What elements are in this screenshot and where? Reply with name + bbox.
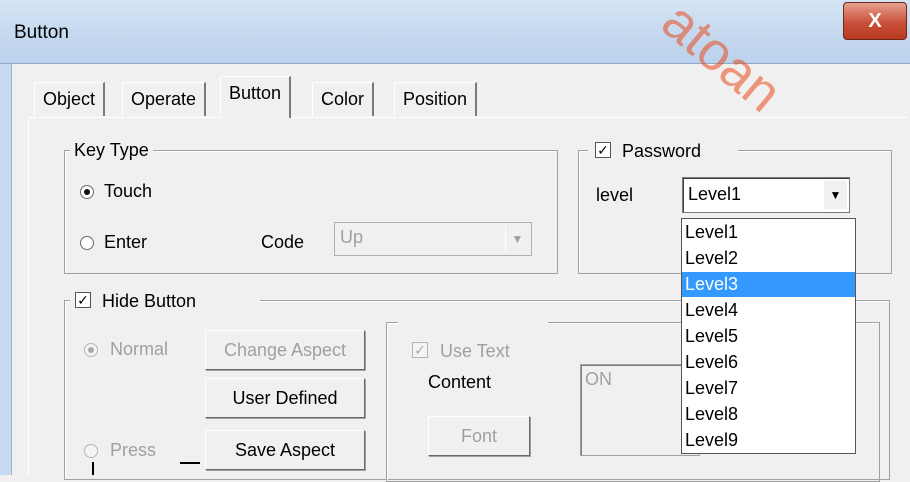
chevron-down-icon: ▼ [505, 225, 529, 253]
font-button[interactable]: Font [428, 416, 530, 456]
use-text-label: Use Text [440, 341, 510, 361]
dropdown-item-level9[interactable]: Level9 [682, 428, 855, 453]
check-icon: ✓ [414, 342, 426, 358]
dropdown-item-level5[interactable]: Level5 [682, 324, 855, 349]
content-value: ON [585, 369, 612, 389]
tab-label: Operate [131, 89, 197, 109]
tab-object[interactable]: Object [34, 82, 106, 116]
close-icon: X [868, 9, 882, 32]
level-dropdown-list: Level1 Level2 Level3 Level4 Level5 Level… [681, 218, 856, 454]
tab-label: Position [403, 89, 468, 109]
check-icon: ✓ [597, 142, 609, 158]
window-title: Button [14, 22, 69, 43]
dropdown-item-level8[interactable]: Level8 [682, 402, 855, 427]
title-bar [0, 0, 910, 64]
level-value: Level1 [688, 184, 742, 204]
key-type-legend: Key Type [70, 140, 153, 161]
press-label: Press [110, 440, 157, 460]
chevron-down-icon: ▼ [823, 181, 847, 209]
tab-label: Button [229, 83, 282, 103]
dropdown-item-level2[interactable]: Level2 [682, 246, 855, 271]
tab-operate[interactable]: Operate [122, 82, 207, 116]
level-select[interactable]: Level1 ▼ [682, 177, 850, 213]
dropdown-item-level6[interactable]: Level6 [682, 350, 855, 375]
use-text-legend-bg [398, 312, 548, 336]
tab-label: Color [321, 89, 365, 109]
code-value: Up [340, 227, 364, 247]
user-defined-button[interactable]: User Defined [205, 378, 365, 418]
touch-radio[interactable] [80, 185, 94, 199]
save-aspect-button[interactable]: Save Aspect [205, 430, 365, 470]
press-underline [180, 462, 200, 464]
dropdown-item-level1[interactable]: Level1 [682, 220, 855, 245]
code-select[interactable]: Up ▼ [334, 222, 532, 256]
password-checkbox[interactable]: ✓ [595, 142, 611, 158]
tab-color[interactable]: Color [312, 82, 375, 116]
password-label: Password [622, 141, 702, 161]
press-preview-edge [92, 462, 94, 475]
window-frame [0, 64, 12, 475]
check-icon: ✓ [77, 292, 89, 308]
normal-label: Normal [110, 339, 169, 359]
dropdown-item-level4[interactable]: Level4 [682, 298, 855, 323]
touch-label: Touch [104, 181, 153, 201]
dropdown-item-level3[interactable]: Level3 [682, 272, 855, 297]
code-label: Code [261, 232, 305, 252]
tab-position[interactable]: Position [394, 82, 478, 116]
level-label: level [596, 185, 634, 205]
press-radio[interactable] [84, 444, 98, 458]
normal-radio[interactable] [84, 343, 98, 357]
enter-radio[interactable] [80, 236, 94, 250]
close-button[interactable]: X [843, 2, 907, 40]
use-text-checkbox[interactable]: ✓ [412, 342, 428, 358]
tab-button[interactable]: Button [220, 76, 292, 118]
hide-button-checkbox[interactable]: ✓ [75, 292, 91, 308]
tab-label: Object [43, 89, 96, 109]
change-aspect-button[interactable]: Change Aspect [205, 330, 365, 370]
enter-label: Enter [104, 232, 148, 252]
content-label: Content [428, 372, 492, 392]
hide-button-label: Hide Button [102, 291, 197, 311]
dropdown-item-level7[interactable]: Level7 [682, 376, 855, 401]
